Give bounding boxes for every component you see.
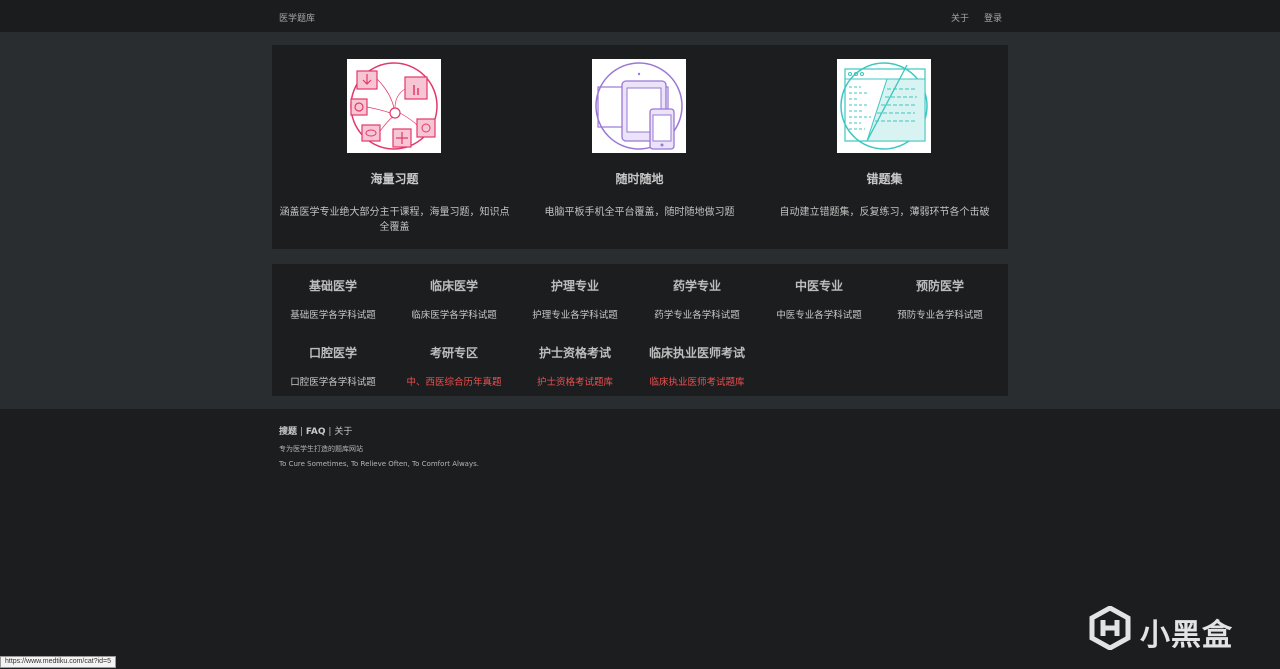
category-description[interactable]: 临床医学各学科试题 [395,307,513,321]
footer-about-link[interactable]: 关于 [334,427,352,437]
category-title[interactable]: 护士资格考试 [516,344,634,361]
feature-title: 海量习题 [370,172,419,186]
notebook-icon [837,59,931,153]
category-title[interactable]: 基础医学 [274,277,392,294]
footer-separator: | [299,427,303,437]
category-title[interactable]: 临床医学 [395,277,513,294]
top-navbar: 医学题库 关于 登录 [0,0,1280,32]
category-title[interactable]: 考研专区 [395,344,513,361]
category-physician-license[interactable]: 临床执业医师考试 临床执业医师考试题库 [638,344,756,388]
category-nurse-qualification[interactable]: 护士资格考试 护士资格考试题库 [516,344,634,388]
category-pharmacy[interactable]: 药学专业 药学专业各学科试题 [638,277,756,321]
brand-link[interactable]: 医学题库 [279,11,315,24]
category-title[interactable]: 口腔医学 [274,344,392,361]
category-description[interactable]: 中医专业各学科试题 [760,307,878,321]
watermark-text: 小黑盒 [1140,618,1233,653]
category-preventive-medicine[interactable]: 预防医学 预防专业各学科试题 [881,277,999,321]
category-description[interactable]: 口腔医学各学科试题 [274,374,392,388]
footer-search-link[interactable]: 搜题 [279,427,297,437]
footer-links: 搜题 | FAQ | 关于 [279,424,352,437]
category-description[interactable]: 药学专业各学科试题 [638,307,756,321]
category-title[interactable]: 药学专业 [638,277,756,294]
feature-description: 涵盖医学专业绝大部分主干课程，海量习题，知识点全覆盖 [279,207,510,233]
feature-description: 自动建立错题集，反复练习，薄弱环节各个击破 [779,207,990,218]
category-tcm[interactable]: 中医专业 中医专业各学科试题 [760,277,878,321]
practice-devices-icon [347,59,441,153]
heybox-logo-icon [1089,606,1131,650]
watermark: 小黑盒 [1088,604,1248,653]
feature-description: 电脑平板手机全平台覆盖，随时随地做习题 [544,207,735,218]
category-description[interactable]: 中、西医综合历年真题 [395,374,513,388]
feature-title: 随时随地 [615,172,664,186]
nav-about-link[interactable]: 关于 [951,11,969,24]
link-status-bar: https://www.medtiku.com/cat?id=5 [0,656,117,668]
category-description[interactable]: 预防专业各学科试题 [881,307,999,321]
category-clinical-medicine[interactable]: 临床医学 临床医学各学科试题 [395,277,513,321]
category-title[interactable]: 临床执业医师考试 [638,344,756,361]
category-title[interactable]: 护理专业 [516,277,634,294]
category-basic-medicine[interactable]: 基础医学 基础医学各学科试题 [274,277,392,321]
footer-tagline: 专为医学生打造的题库网站 [279,445,363,453]
tablet-phone-icon [592,59,686,153]
category-nursing[interactable]: 护理专业 护理专业各学科试题 [516,277,634,321]
category-description[interactable]: 护理专业各学科试题 [516,307,634,321]
category-title[interactable]: 预防医学 [881,277,999,294]
nav-login-link[interactable]: 登录 [984,11,1002,24]
footer-separator: | [328,427,332,437]
feature-title: 错题集 [866,172,903,186]
category-description[interactable]: 护士资格考试题库 [516,374,634,388]
features-panel: 海量习题 涵盖医学专业绝大部分主干课程，海量习题，知识点全覆盖 随时随地 电脑平… [272,45,1008,249]
category-postgraduate[interactable]: 考研专区 中、西医综合历年真题 [395,344,513,388]
categories-panel: 基础医学 基础医学各学科试题 临床医学 临床医学各学科试题 护理专业 护理专业各… [272,264,1008,396]
footer-faq-link[interactable]: FAQ [306,427,326,437]
category-description[interactable]: 基础医学各学科试题 [274,307,392,321]
category-title[interactable]: 中医专业 [760,277,878,294]
category-stomatology[interactable]: 口腔医学 口腔医学各学科试题 [274,344,392,388]
footer-motto: To Cure Sometimes, To Relieve Often, To … [279,460,479,468]
category-description[interactable]: 临床执业医师考试题库 [638,374,756,388]
